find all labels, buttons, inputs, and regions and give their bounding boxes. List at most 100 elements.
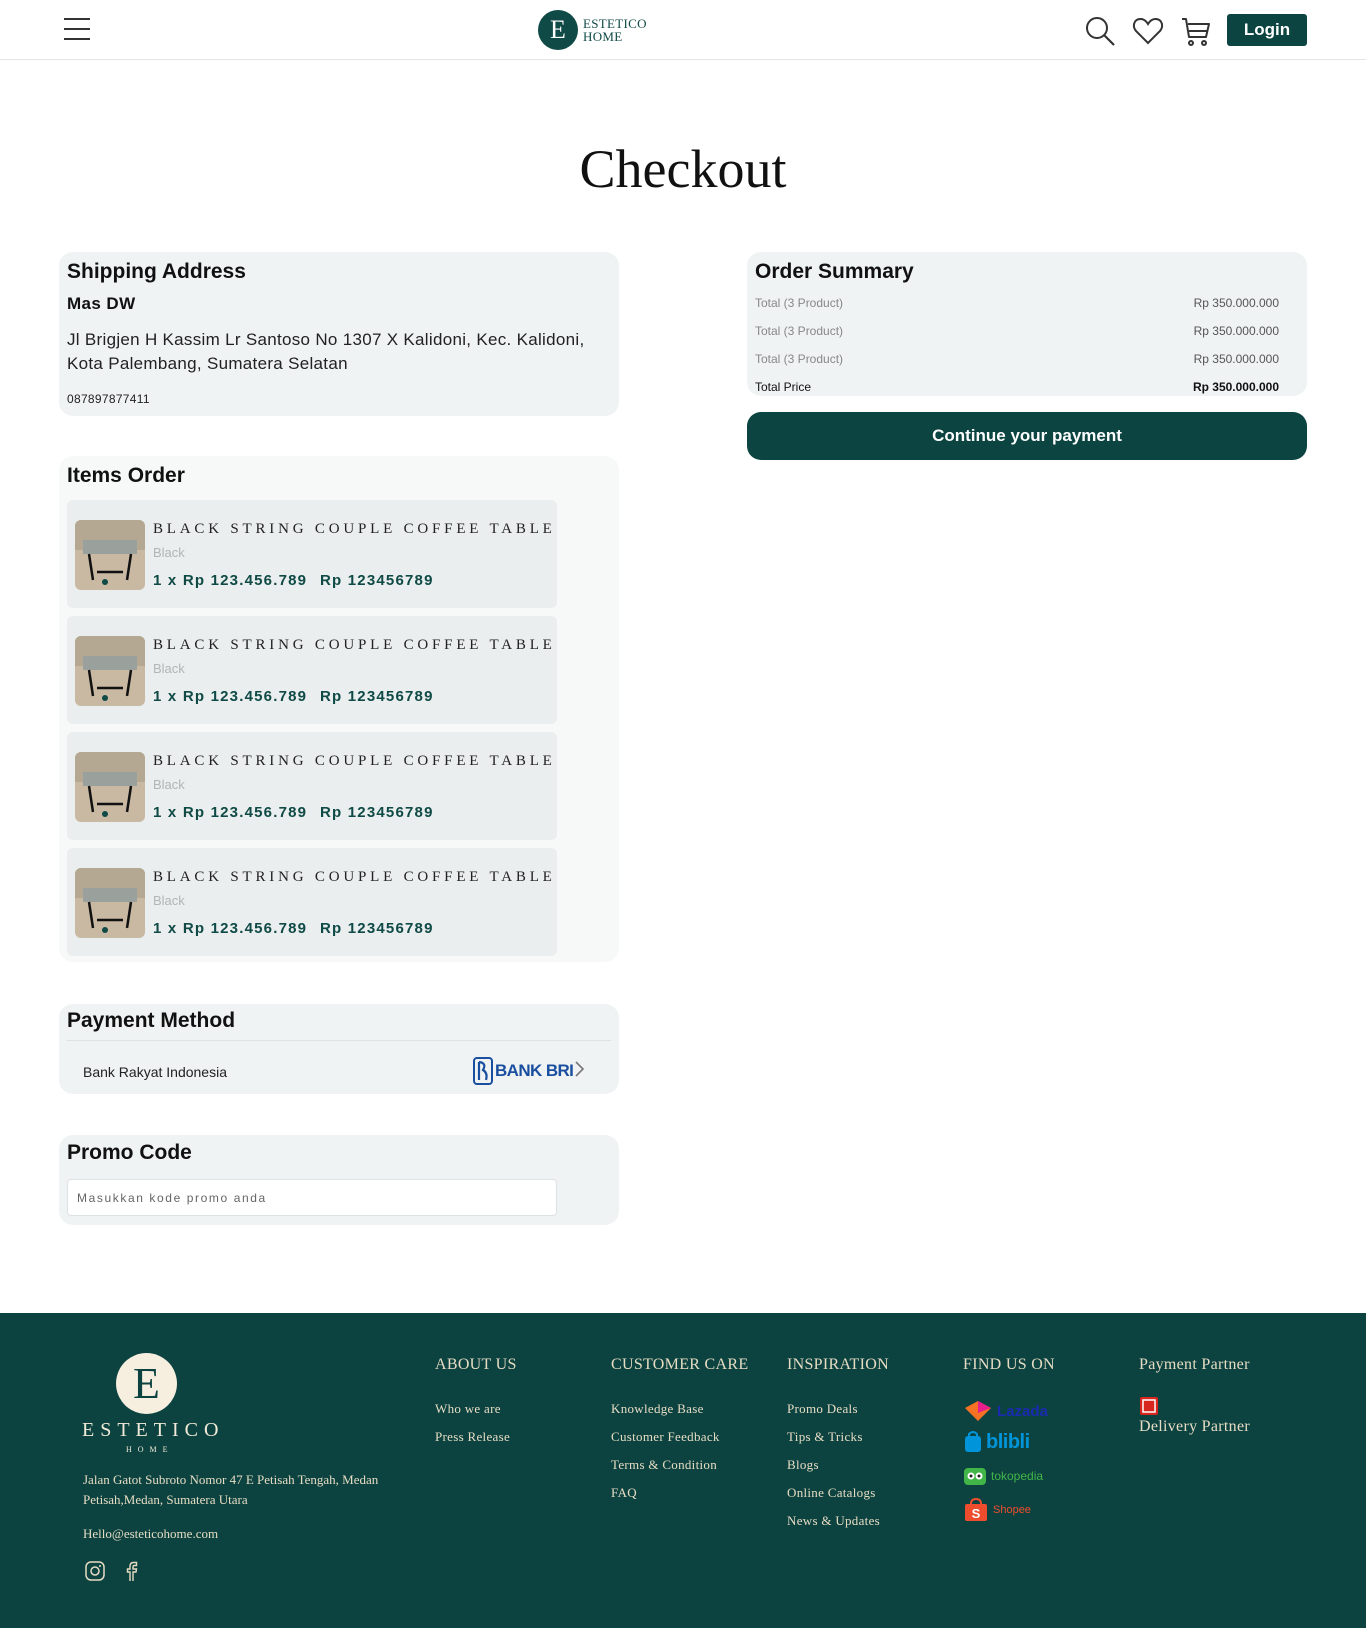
summary-row-value: Rp 350.000.000 xyxy=(1193,324,1279,338)
footer-address: Jalan Gatot Subroto Nomor 47 E Petisah T… xyxy=(83,1472,379,1507)
site-logo[interactable]: E ESTETICO HOME xyxy=(538,10,647,50)
order-summary-title: Order Summary xyxy=(755,260,914,283)
lazada-text: Lazada xyxy=(997,1402,1048,1420)
shipping-title: Shipping Address xyxy=(67,260,246,283)
shopee-logo[interactable]: S Shopee xyxy=(963,1498,1031,1522)
instagram-icon[interactable] xyxy=(84,1560,106,1582)
product-variant: Black xyxy=(153,545,185,560)
footer-link[interactable]: Who we are xyxy=(435,1401,501,1417)
payment-method-title: Payment Method xyxy=(67,1009,236,1032)
summary-row-label: Total (3 Product) xyxy=(755,296,844,310)
shopee-text: Shopee xyxy=(993,1504,1031,1516)
lazada-logo[interactable]: Lazada xyxy=(963,1399,1048,1423)
footer-link[interactable]: Promo Deals xyxy=(787,1401,858,1417)
order-item[interactable]: BLACK STRING COUPLE COFFEE TABLE Black 1… xyxy=(67,500,557,608)
payment-partner-title: Payment Partner xyxy=(1139,1356,1250,1373)
items-order-card: Items Order BLACK STRING COUPLE COFFEE T… xyxy=(59,456,619,962)
footer-inspiration-title: INSPIRATION xyxy=(787,1356,889,1373)
login-button[interactable]: Login xyxy=(1227,14,1307,46)
product-line-total: Rp 123456789 xyxy=(320,572,434,589)
blibli-logo[interactable]: blibli xyxy=(963,1430,1030,1454)
partner-logo-icon xyxy=(1140,1397,1158,1415)
tokopedia-icon xyxy=(964,1468,986,1485)
search-icon[interactable] xyxy=(1084,15,1116,47)
footer-logo-mark[interactable]: E xyxy=(116,1353,177,1414)
phone-number: 087897877411 xyxy=(67,392,150,406)
footer-link[interactable]: News & Updates xyxy=(787,1513,880,1529)
footer-link[interactable]: Online Catalogs xyxy=(787,1485,876,1501)
product-unit-price: 1 x Rp 123.456.789 xyxy=(153,804,308,821)
logo-mark: E xyxy=(538,10,578,50)
product-line-total: Rp 123456789 xyxy=(320,804,434,821)
heart-icon[interactable] xyxy=(1132,15,1164,47)
shipping-address: Jl Brigjen H Kassim Lr Santoso No 1307 X… xyxy=(67,330,585,373)
payment-bank-name: Bank Rakyat Indonesia xyxy=(83,1064,227,1080)
bri-logo-text: BANK BRI xyxy=(495,1061,574,1080)
delivery-partner-title: Delivery Partner xyxy=(1139,1418,1250,1435)
bank-bri-logo[interactable]: BANK BRI xyxy=(473,1057,574,1085)
footer-link[interactable]: Knowledge Base xyxy=(611,1401,704,1417)
logo-line-2: HOME xyxy=(583,29,623,44)
cart-icon[interactable] xyxy=(1180,15,1212,47)
order-item[interactable]: BLACK STRING COUPLE COFFEE TABLE Black 1… xyxy=(67,732,557,840)
bri-mark-icon xyxy=(473,1057,493,1085)
footer-brand: ESTETICO xyxy=(82,1419,225,1441)
summary-row-label: Total (3 Product) xyxy=(755,352,844,366)
product-thumbnail xyxy=(75,636,145,706)
site-header: E ESTETICO HOME Login xyxy=(0,0,1366,60)
product-variant: Black xyxy=(153,893,185,908)
promo-code-card: Promo Code xyxy=(59,1135,619,1225)
tokopedia-text: tokopedia xyxy=(991,1469,1044,1483)
lazada-icon xyxy=(965,1401,991,1421)
footer-care-title: CUSTOMER CARE xyxy=(611,1356,749,1373)
blibli-text: blibli xyxy=(986,1430,1030,1453)
product-unit-price: 1 x Rp 123.456.789 xyxy=(153,920,308,937)
site-footer: E ESTETICO HOME Jalan Gatot Subroto Nomo… xyxy=(0,1313,1366,1628)
footer-email[interactable]: Hello@esteticohome.com xyxy=(83,1526,218,1542)
payment-method-card: Payment Method Bank Rakyat Indonesia BAN… xyxy=(59,1004,619,1094)
footer-link[interactable]: Blogs xyxy=(787,1457,819,1473)
recipient-name: Mas DW xyxy=(67,294,136,313)
product-name: BLACK STRING COUPLE COFFEE TABLE xyxy=(153,521,556,537)
product-name: BLACK STRING COUPLE COFFEE TABLE xyxy=(153,869,556,885)
product-variant: Black xyxy=(153,661,185,676)
product-unit-price: 1 x Rp 123.456.789 xyxy=(153,688,308,705)
shopee-icon: S xyxy=(965,1498,987,1521)
divider xyxy=(67,1040,611,1041)
menu-icon[interactable] xyxy=(64,18,90,40)
promo-code-title: Promo Code xyxy=(67,1141,192,1164)
product-line-total: Rp 123456789 xyxy=(320,688,434,705)
facebook-icon[interactable] xyxy=(120,1560,142,1582)
svg-text:S: S xyxy=(972,1506,981,1521)
product-unit-price: 1 x Rp 123.456.789 xyxy=(153,572,308,589)
product-name: BLACK STRING COUPLE COFFEE TABLE xyxy=(153,753,556,769)
product-line-total: Rp 123456789 xyxy=(320,920,434,937)
product-name: BLACK STRING COUPLE COFFEE TABLE xyxy=(153,637,556,653)
footer-link[interactable]: Customer Feedback xyxy=(611,1429,720,1445)
summary-row-label: Total (3 Product) xyxy=(755,324,844,338)
footer-link[interactable]: Tips & Tricks xyxy=(787,1429,863,1445)
total-price-label: Total Price xyxy=(755,380,812,394)
total-price-value: Rp 350.000.000 xyxy=(1192,380,1279,394)
shipping-address-card: Shipping Address Mas DW Jl Brigjen H Kas… xyxy=(59,252,619,416)
tokopedia-logo[interactable]: tokopedia xyxy=(963,1464,1043,1488)
footer-brand-sub: HOME xyxy=(126,1445,174,1454)
product-thumbnail xyxy=(75,868,145,938)
product-thumbnail xyxy=(75,520,145,590)
summary-row-value: Rp 350.000.000 xyxy=(1193,296,1279,310)
summary-row-value: Rp 350.000.000 xyxy=(1193,352,1279,366)
order-summary-card: Order Summary Total (3 Product) Rp 350.0… xyxy=(747,252,1307,396)
chevron-right-icon[interactable] xyxy=(574,1060,586,1083)
order-item[interactable]: BLACK STRING COUPLE COFFEE TABLE Black 1… xyxy=(67,848,557,956)
footer-about-title: ABOUT US xyxy=(435,1356,517,1373)
product-thumbnail xyxy=(75,752,145,822)
promo-code-input[interactable] xyxy=(67,1179,557,1216)
footer-link[interactable]: Terms & Condition xyxy=(611,1457,717,1473)
continue-payment-button[interactable]: Continue your payment xyxy=(747,412,1307,460)
order-item[interactable]: BLACK STRING COUPLE COFFEE TABLE Black 1… xyxy=(67,616,557,724)
footer-link[interactable]: FAQ xyxy=(611,1485,637,1501)
footer-find-us-title: FIND US ON xyxy=(963,1356,1055,1373)
blibli-icon xyxy=(965,1431,981,1452)
items-order-title: Items Order xyxy=(67,464,185,487)
footer-link[interactable]: Press Release xyxy=(435,1429,510,1445)
